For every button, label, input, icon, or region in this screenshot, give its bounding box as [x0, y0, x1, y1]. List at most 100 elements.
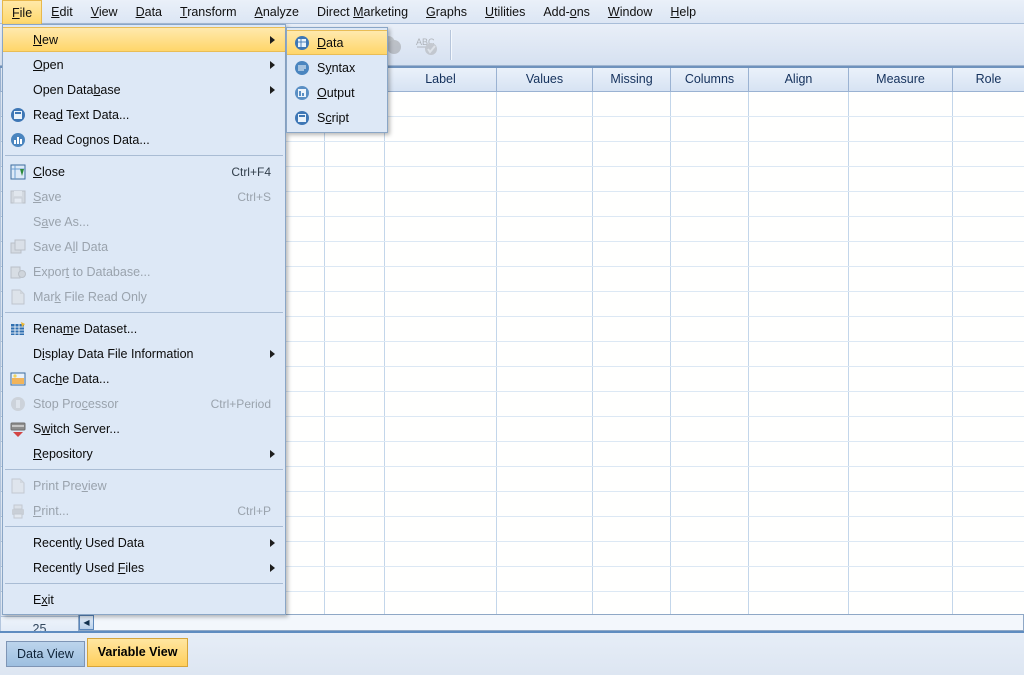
- grid-cell[interactable]: [748, 141, 849, 167]
- grid-cell[interactable]: [952, 366, 1024, 392]
- grid-cell[interactable]: [324, 516, 385, 542]
- grid-cell[interactable]: [848, 141, 953, 167]
- grid-cell[interactable]: [952, 316, 1024, 342]
- grid-cell[interactable]: [670, 591, 749, 617]
- grid-cell[interactable]: [952, 191, 1024, 217]
- grid-cell[interactable]: [748, 366, 849, 392]
- grid-cell[interactable]: [384, 316, 497, 342]
- grid-cell[interactable]: [952, 266, 1024, 292]
- grid-cell[interactable]: [324, 191, 385, 217]
- file-menu-item-display-data-file-information[interactable]: Display Data File Information: [3, 341, 285, 366]
- grid-cell[interactable]: [324, 591, 385, 617]
- grid-cell[interactable]: [592, 241, 671, 267]
- grid-cell[interactable]: [748, 591, 849, 617]
- grid-cell[interactable]: [592, 366, 671, 392]
- grid-cell[interactable]: [496, 541, 593, 567]
- grid-cell[interactable]: [748, 466, 849, 492]
- grid-cell[interactable]: [670, 291, 749, 317]
- grid-cell[interactable]: [592, 416, 671, 442]
- grid-cell[interactable]: [952, 391, 1024, 417]
- grid-cell[interactable]: [670, 541, 749, 567]
- menubar-item-file[interactable]: File: [2, 0, 43, 24]
- new-submenu-item-syntax[interactable]: Syntax: [287, 55, 387, 80]
- grid-cell[interactable]: [952, 216, 1024, 242]
- grid-column-header-missing[interactable]: Missing: [592, 66, 671, 92]
- grid-cell[interactable]: [748, 541, 849, 567]
- grid-cell[interactable]: [592, 441, 671, 467]
- grid-cell[interactable]: [952, 541, 1024, 567]
- grid-cell[interactable]: [384, 466, 497, 492]
- grid-cell[interactable]: [670, 191, 749, 217]
- grid-cell[interactable]: [748, 91, 849, 117]
- grid-cell[interactable]: [496, 116, 593, 142]
- grid-cell[interactable]: [952, 141, 1024, 167]
- grid-cell[interactable]: [748, 191, 849, 217]
- grid-cell[interactable]: [592, 541, 671, 567]
- grid-cell[interactable]: [748, 216, 849, 242]
- grid-cell[interactable]: [324, 216, 385, 242]
- grid-cell[interactable]: [848, 216, 953, 242]
- grid-cell[interactable]: [496, 191, 593, 217]
- grid-cell[interactable]: [384, 491, 497, 517]
- grid-cell[interactable]: [592, 266, 671, 292]
- grid-cell[interactable]: [592, 516, 671, 542]
- grid-cell[interactable]: [952, 341, 1024, 367]
- grid-column-header-columns[interactable]: Columns: [670, 66, 749, 92]
- grid-cell[interactable]: [324, 541, 385, 567]
- grid-cell[interactable]: [496, 591, 593, 617]
- file-menu-item-open[interactable]: Open: [3, 52, 285, 77]
- grid-cell[interactable]: [748, 516, 849, 542]
- grid-cell[interactable]: [496, 241, 593, 267]
- grid-cell[interactable]: [848, 91, 953, 117]
- grid-cell[interactable]: [592, 216, 671, 242]
- grid-cell[interactable]: [748, 491, 849, 517]
- file-menu-item-read-cognos-data[interactable]: Read Cognos Data...: [3, 127, 285, 152]
- grid-cell[interactable]: [670, 266, 749, 292]
- grid-cell[interactable]: [748, 291, 849, 317]
- grid-cell[interactable]: [496, 291, 593, 317]
- grid-cell[interactable]: [848, 291, 953, 317]
- grid-cell[interactable]: [848, 466, 953, 492]
- new-submenu-dropdown[interactable]: Data Syntax Output Script: [286, 27, 388, 133]
- grid-cell[interactable]: [384, 541, 497, 567]
- grid-cell[interactable]: [496, 341, 593, 367]
- grid-cell[interactable]: [496, 566, 593, 592]
- grid-cell[interactable]: [848, 266, 953, 292]
- grid-cell[interactable]: [670, 241, 749, 267]
- grid-cell[interactable]: [848, 316, 953, 342]
- grid-cell[interactable]: [324, 241, 385, 267]
- grid-cell[interactable]: [592, 491, 671, 517]
- grid-cell[interactable]: [670, 91, 749, 117]
- menubar-item-transform[interactable]: Transform: [171, 0, 246, 24]
- grid-cell[interactable]: [848, 241, 953, 267]
- grid-cell[interactable]: [592, 166, 671, 192]
- grid-cell[interactable]: [496, 391, 593, 417]
- grid-cell[interactable]: [496, 366, 593, 392]
- file-menu-item-repository[interactable]: Repository: [3, 441, 285, 466]
- grid-cell[interactable]: [670, 566, 749, 592]
- grid-cell[interactable]: [848, 166, 953, 192]
- grid-cell[interactable]: [748, 241, 849, 267]
- menubar-item-window[interactable]: Window: [599, 0, 661, 24]
- grid-cell[interactable]: [384, 566, 497, 592]
- grid-cell[interactable]: [384, 266, 497, 292]
- grid-cell[interactable]: [384, 166, 497, 192]
- grid-cell[interactable]: [952, 491, 1024, 517]
- grid-cell[interactable]: [384, 441, 497, 467]
- scroll-left-arrow-icon[interactable]: ◀: [79, 615, 94, 630]
- menubar-item-add-ons[interactable]: Add-ons: [534, 0, 599, 24]
- grid-cell[interactable]: [848, 566, 953, 592]
- file-menu-item-read-text-data[interactable]: Read Text Data...: [3, 102, 285, 127]
- grid-cell[interactable]: [592, 341, 671, 367]
- grid-cell[interactable]: [952, 566, 1024, 592]
- grid-cell[interactable]: [952, 516, 1024, 542]
- file-menu-item-rename-dataset[interactable]: Rename Dataset...: [3, 316, 285, 341]
- grid-cell[interactable]: [670, 416, 749, 442]
- grid-cell[interactable]: [670, 516, 749, 542]
- menubar-item-direct-marketing[interactable]: Direct Marketing: [308, 0, 417, 24]
- grid-cell[interactable]: [384, 291, 497, 317]
- grid-cell[interactable]: [496, 466, 593, 492]
- grid-cell[interactable]: [384, 391, 497, 417]
- grid-cell[interactable]: [324, 266, 385, 292]
- grid-cell[interactable]: [592, 191, 671, 217]
